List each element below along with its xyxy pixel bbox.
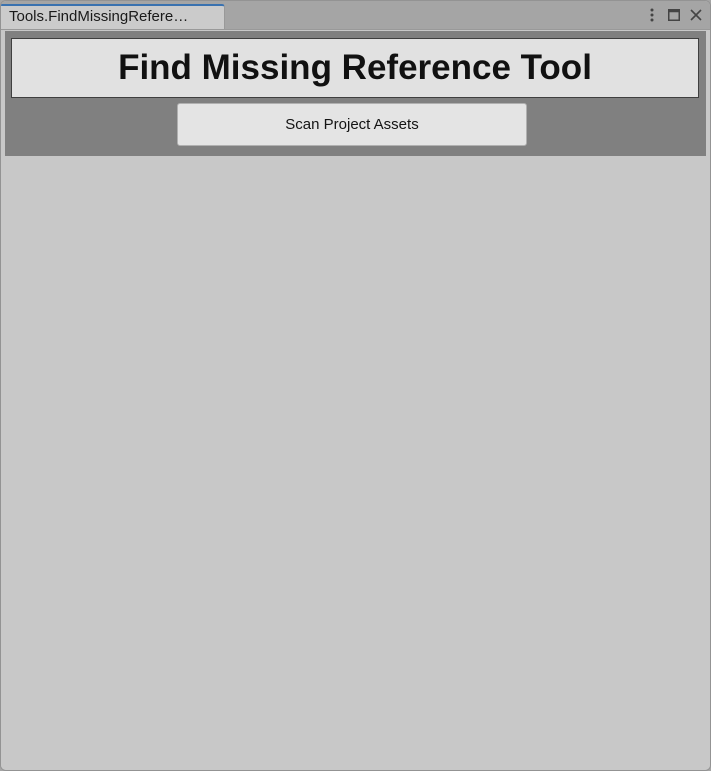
- tab-find-missing-reference[interactable]: Tools.FindMissingRefere…: [1, 4, 225, 29]
- maximize-icon[interactable]: [666, 6, 682, 24]
- window-content: Find Missing Reference Tool Scan Project…: [1, 30, 710, 770]
- window-controls: [644, 6, 704, 24]
- header-panel: Find Missing Reference Tool Scan Project…: [5, 31, 706, 156]
- close-icon[interactable]: [688, 6, 704, 24]
- tool-title: Find Missing Reference Tool: [11, 38, 699, 98]
- kebab-menu-icon[interactable]: [644, 6, 660, 24]
- tab-bar: Tools.FindMissingRefere…: [1, 1, 710, 30]
- editor-window: Tools.FindMissingRefere… Find Missing Re…: [0, 0, 711, 771]
- scan-project-assets-button[interactable]: Scan Project Assets: [177, 103, 527, 146]
